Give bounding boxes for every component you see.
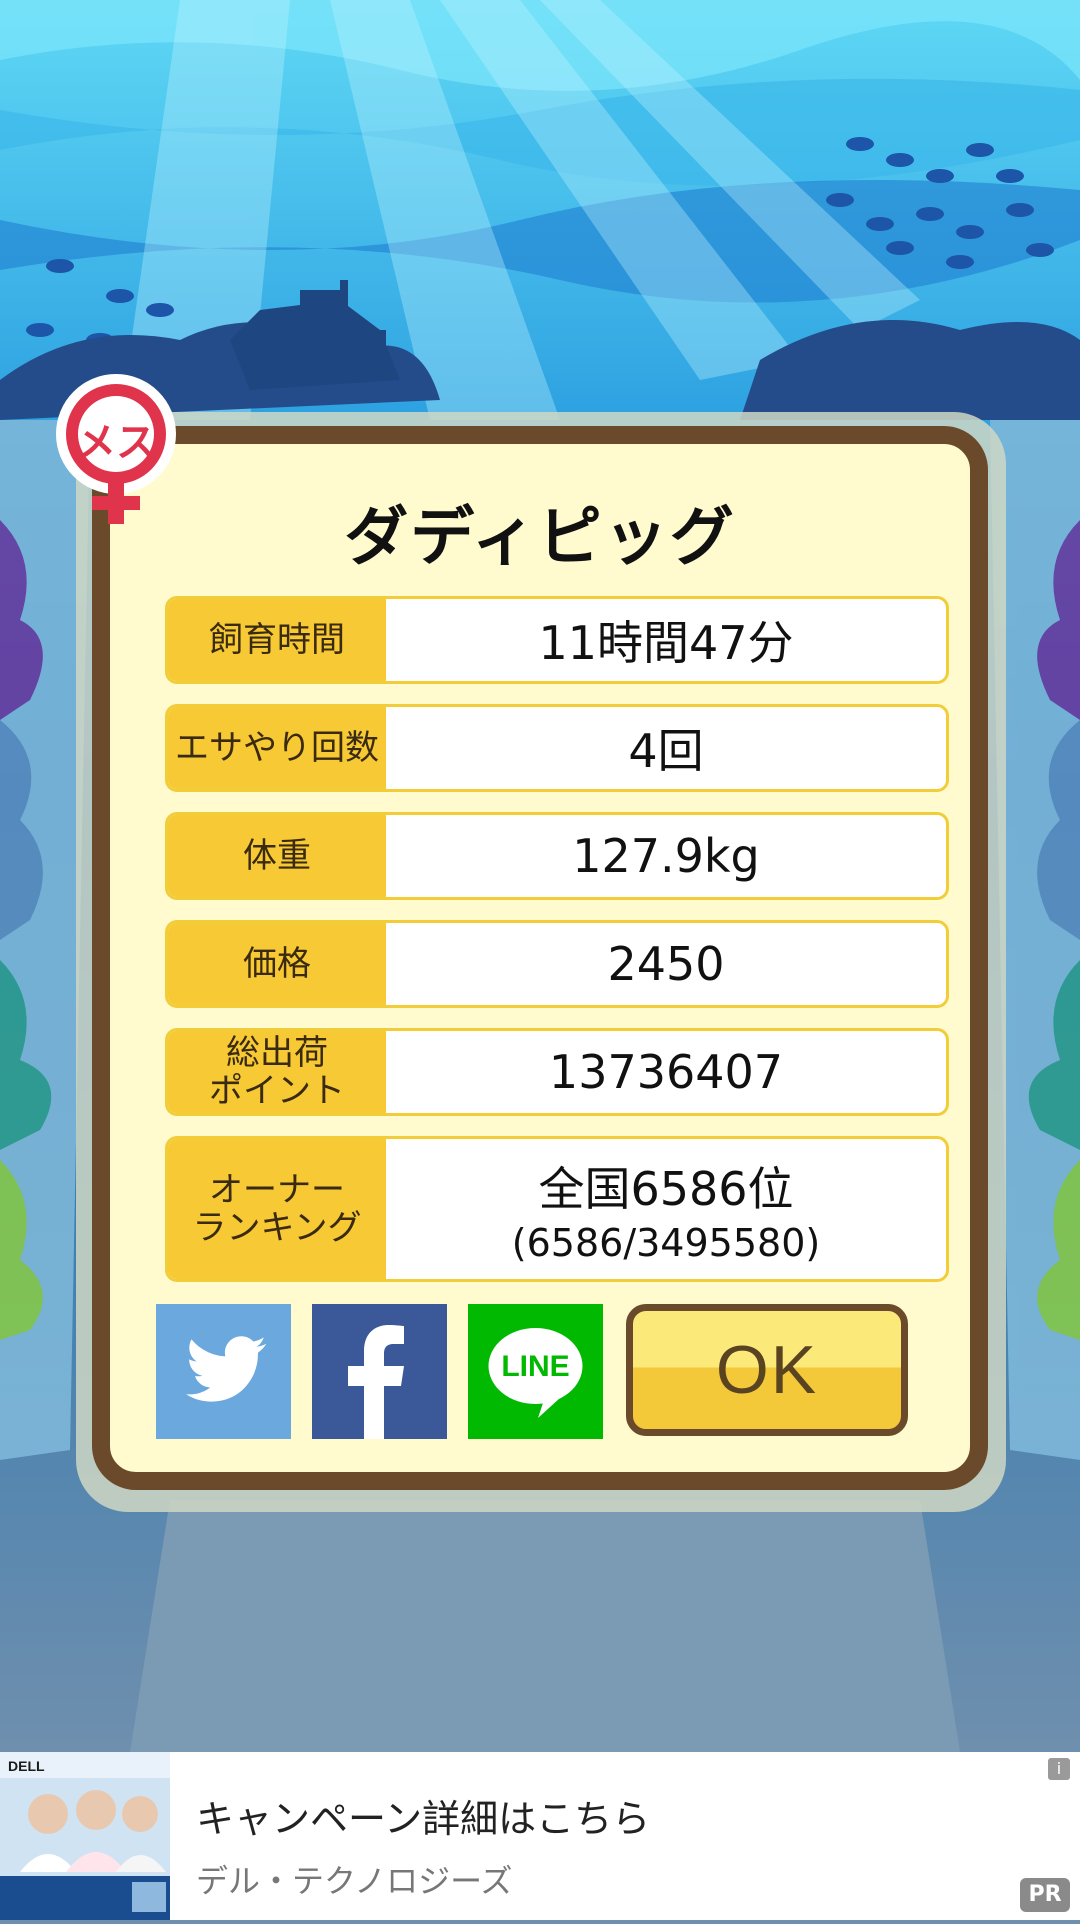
stat-row-feed-count: エサやり回数 4回: [165, 704, 949, 792]
pig-name-title: ダディピッグ: [344, 501, 736, 575]
stat-row-owner-ranking: オーナー ランキング 全国6586位 (6586/3495580): [165, 1136, 949, 1282]
ranking-value: 全国6586位: [538, 1162, 794, 1216]
line-share-button[interactable]: LINE: [468, 1304, 603, 1439]
ok-button[interactable]: OK: [626, 1304, 908, 1436]
female-gender-badge: メス: [48, 372, 184, 532]
facebook-share-button[interactable]: [312, 1304, 447, 1439]
stat-row-weight: 体重 127.9kg: [165, 812, 949, 900]
facebook-f-icon: [348, 1325, 404, 1439]
gender-label: メス: [76, 420, 156, 466]
ad-advertiser: デル・テクノロジーズ: [196, 1862, 513, 1900]
stat-value: 4回: [628, 724, 704, 778]
stat-label: 価格: [168, 923, 386, 1005]
ad-brand-label: DELL: [8, 1758, 45, 1774]
pig-result-dialog: ダディピッグ 飼育時間 11時間47分 エサやり回数 4回 体重 127.9kg…: [92, 426, 988, 1490]
twitter-bird-icon: [186, 1336, 267, 1402]
stat-label: 総出荷 ポイント: [168, 1031, 386, 1113]
ranking-detail: (6586/3495580): [511, 1221, 821, 1265]
stat-label: オーナー ランキング: [168, 1139, 386, 1279]
ad-banner[interactable]: DELL キャンペーン詳細はこちら デル・テクノロジーズ i PR: [0, 1752, 1080, 1920]
stat-value: 13736407: [548, 1045, 784, 1099]
stat-label: 体重: [168, 815, 386, 897]
stat-value: 127.9kg: [572, 829, 760, 883]
stat-label: 飼育時間: [168, 599, 386, 681]
ad-image[interactable]: DELL: [0, 1752, 170, 1920]
ad-info-icon[interactable]: i: [1048, 1758, 1070, 1780]
ad-pr-badge: PR: [1020, 1878, 1070, 1912]
twitter-share-button[interactable]: [156, 1304, 291, 1439]
stat-value: 11時間47分: [538, 616, 794, 670]
stat-row-price: 価格 2450: [165, 920, 949, 1008]
stat-row-shipping-points: 総出荷 ポイント 13736407: [165, 1028, 949, 1116]
stat-row-raising-time: 飼育時間 11時間47分: [165, 596, 949, 684]
stat-value: 2450: [607, 937, 725, 991]
stat-label: エサやり回数: [168, 707, 386, 789]
line-label: LINE: [501, 1350, 570, 1383]
ad-title[interactable]: キャンペーン詳細はこちら: [196, 1788, 650, 1843]
